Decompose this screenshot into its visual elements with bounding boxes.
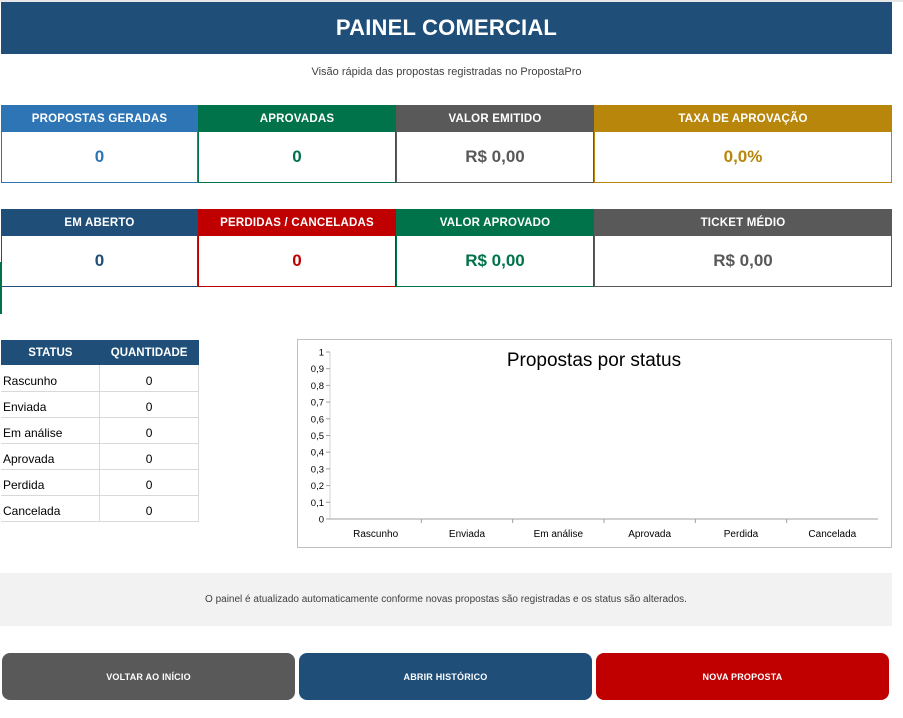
- status-cell: Em análise: [1, 417, 100, 444]
- page-title: PAINEL COMERCIAL: [1, 2, 892, 54]
- y-tick-label: 0,5: [311, 431, 324, 442]
- x-tick-label: Perdida: [724, 529, 759, 540]
- table-row: Em análise 0: [1, 417, 199, 444]
- status-cell: Cancelada: [1, 495, 100, 522]
- quantity-cell: 0: [99, 469, 199, 496]
- kpi-value: R$ 0,00: [594, 236, 892, 287]
- kpi-label: VALOR APROVADO: [396, 209, 594, 236]
- x-tick-label: Rascunho: [353, 529, 398, 540]
- quantity-cell: 0: [99, 495, 199, 522]
- kpi-label: TICKET MÉDIO: [594, 209, 892, 236]
- chart-axes: 0 0,1 0,2 0,3 0,4 0,5 0,6 0,7 0,8 0,9 1 Rascunho Env…: [311, 348, 878, 540]
- table-row: Cancelada 0: [1, 495, 199, 522]
- kpi-label: PERDIDAS / CANCELADAS: [198, 209, 396, 236]
- y-tick-label: 0,1: [311, 498, 324, 509]
- kpi-label: VALOR EMITIDO: [396, 105, 594, 132]
- kpi-card-propostas-geradas: PROPOSTAS GERADAS 0: [1, 105, 198, 183]
- kpi-card-em-aberto: EM ABERTO 0: [1, 209, 198, 287]
- kpi-card-aprovadas: APROVADAS 0: [198, 105, 396, 183]
- dashboard-page: PAINEL COMERCIAL Visão rápida das propos…: [0, 0, 903, 718]
- kpi-label: PROPOSTAS GERADAS: [1, 105, 198, 132]
- kpi-value: 0: [198, 132, 396, 183]
- quantity-cell: 0: [99, 443, 199, 470]
- quantity-cell: 0: [99, 391, 199, 418]
- y-tick-label: 0,2: [311, 481, 324, 492]
- x-tick-label: Em análise: [534, 529, 584, 540]
- kpi-label: TAXA DE APROVAÇÃO: [594, 105, 892, 132]
- y-tick-label: 1: [319, 348, 324, 359]
- kpi-value: 0: [198, 236, 396, 287]
- table-row: Enviada 0: [1, 391, 199, 418]
- x-tick-label: Enviada: [449, 529, 486, 540]
- status-cell: Enviada: [1, 391, 100, 418]
- table-row: Rascunho 0: [1, 365, 199, 392]
- table-row: Aprovada 0: [1, 443, 199, 470]
- quantity-cell: 0: [99, 365, 199, 392]
- y-tick-label: 0,8: [311, 381, 324, 392]
- y-tick-label: 0,3: [311, 464, 324, 475]
- kpi-card-perdidas-canceladas: PERDIDAS / CANCELADAS 0: [198, 209, 396, 287]
- y-tick-label: 0,7: [311, 398, 324, 409]
- kpi-card-ticket-medio: TICKET MÉDIO R$ 0,00: [594, 209, 892, 287]
- new-proposal-button[interactable]: NOVA PROPOSTA: [596, 653, 889, 700]
- kpi-value: 0: [1, 236, 198, 287]
- page-subtitle: Visão rápida das propostas registradas n…: [311, 66, 582, 78]
- kpi-value: 0: [1, 132, 198, 183]
- kpi-label: EM ABERTO: [1, 209, 198, 236]
- y-tick-label: 0,9: [311, 364, 324, 375]
- kpi-label: APROVADAS: [198, 105, 396, 132]
- y-tick-label: 0,6: [311, 414, 324, 425]
- column-header-status: STATUS: [1, 340, 100, 365]
- kpi-value: R$ 0,00: [396, 236, 594, 287]
- status-cell: Rascunho: [1, 365, 100, 392]
- open-history-button[interactable]: ABRIR HISTÓRICO: [299, 653, 592, 700]
- kpi-card-valor-aprovado: VALOR APROVADO R$ 0,00: [396, 209, 594, 287]
- chart-title: Propostas por status: [507, 350, 681, 371]
- status-cell: Perdida: [1, 469, 100, 496]
- chart-canvas: Propostas por status 0 0,1 0,2 0,3 0,4 0,5 0,6…: [311, 348, 878, 540]
- quantity-cell: 0: [99, 417, 199, 444]
- table-row: Perdida 0: [1, 469, 199, 496]
- status-cell: Aprovada: [1, 443, 100, 470]
- cell-border-marker: [0, 262, 2, 314]
- x-tick-label: Aprovada: [628, 529, 671, 540]
- status-table: STATUS QUANTIDADE Rascunho 0 Enviada 0 E…: [1, 340, 199, 522]
- kpi-row-1: PROPOSTAS GERADAS 0 APROVADAS 0 VALOR EM…: [1, 105, 892, 183]
- kpi-row-2: EM ABERTO 0 PERDIDAS / CANCELADAS 0 VALO…: [1, 209, 892, 287]
- y-tick-label: 0,4: [311, 448, 324, 459]
- info-note: O painel é atualizado automaticamente co…: [0, 573, 892, 626]
- back-to-home-button[interactable]: VOLTAR AO INÍCIO: [2, 653, 295, 700]
- kpi-value: R$ 0,00: [396, 132, 594, 183]
- kpi-card-valor-emitido: VALOR EMITIDO R$ 0,00: [396, 105, 594, 183]
- kpi-card-taxa-aprovacao: TAXA DE APROVAÇÃO 0,0%: [594, 105, 892, 183]
- status-table-header: STATUS QUANTIDADE: [1, 340, 199, 365]
- x-tick-label: Cancelada: [808, 529, 856, 540]
- y-tick-label: 0: [319, 515, 324, 526]
- kpi-value: 0,0%: [594, 132, 892, 183]
- status-chart[interactable]: Propostas por status 0 0,1 0,2 0,3 0,4 0,5 0,6…: [297, 339, 892, 548]
- column-header-quantidade: QUANTIDADE: [99, 340, 199, 365]
